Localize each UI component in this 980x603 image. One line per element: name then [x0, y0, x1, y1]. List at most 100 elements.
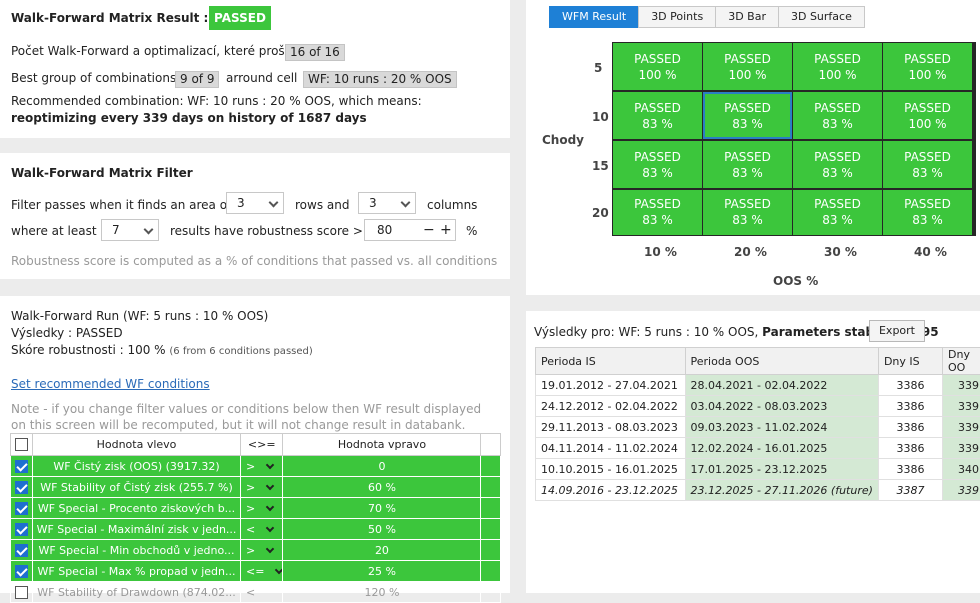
matrix-grid: PASSED100 % PASSED100 % PASSED100 % PASS…	[612, 42, 976, 236]
chevron-down-icon	[269, 198, 279, 208]
matrix-cell[interactable]: PASSED83 %	[883, 141, 972, 188]
condition-operator[interactable]: >	[241, 477, 283, 498]
condition-checkbox-cell[interactable]	[11, 540, 33, 561]
condition-right[interactable]: 120 %	[283, 582, 481, 603]
remove-icon[interactable]	[481, 477, 501, 498]
remove-icon[interactable]	[481, 519, 501, 540]
header-period-is[interactable]: Perioda IS	[536, 348, 686, 375]
condition-left[interactable]: WF Special - Max % propad v jedn...	[33, 561, 241, 582]
condition-right[interactable]: 0	[283, 456, 481, 477]
table-row[interactable]: 04.11.2014 - 11.02.2024 12.02.2024 - 16.…	[536, 438, 980, 459]
cell-score: 100 %	[883, 116, 972, 132]
table-row[interactable]: 24.12.2012 - 02.04.2022 03.04.2022 - 08.…	[536, 396, 980, 417]
cols-select[interactable]: 3	[358, 192, 416, 214]
condition-operator[interactable]: >	[241, 498, 283, 519]
condition-right[interactable]: 20	[283, 540, 481, 561]
condition-row: WF Special - Procento ziskových b... > 7…	[11, 498, 501, 519]
condition-operator[interactable]: <=	[241, 561, 283, 582]
checkbox[interactable]	[15, 544, 28, 557]
tab-3d-bar[interactable]: 3D Bar	[715, 6, 779, 28]
condition-operator[interactable]: <	[241, 582, 283, 603]
checkbox[interactable]	[15, 481, 28, 494]
condition-checkbox-cell[interactable]	[11, 477, 33, 498]
checkbox[interactable]	[15, 460, 28, 473]
select-all-header[interactable]	[11, 434, 33, 456]
days-oos: 339	[943, 438, 980, 459]
remove-icon[interactable]	[481, 540, 501, 561]
cell-score: 83 %	[883, 212, 972, 228]
table-row[interactable]: 10.10.2015 - 16.01.2025 17.01.2025 - 23.…	[536, 459, 980, 480]
matrix-cell[interactable]: PASSED100 %	[883, 43, 972, 90]
operator-value: <	[246, 586, 255, 599]
robustness-note: Robustness score is computed as a % of c…	[11, 254, 497, 268]
condition-right[interactable]: 25 %	[283, 561, 481, 582]
matrix-cell[interactable]: PASSED83 %	[613, 190, 702, 235]
matrix-cell[interactable]: PASSED83 %	[613, 92, 702, 139]
matrix-cell[interactable]: PASSED83 %	[703, 141, 792, 188]
matrix-cell[interactable]: PASSED83 %	[883, 190, 972, 235]
score-spinner[interactable]: 80 − +	[364, 219, 456, 241]
period-oos: 12.02.2024 - 16.01.2025	[685, 438, 878, 459]
condition-left[interactable]: WF Special - Procento ziskových b...	[33, 498, 241, 519]
least-select[interactable]: 7	[101, 219, 159, 241]
condition-checkbox-cell[interactable]	[11, 498, 33, 519]
condition-right[interactable]: 50 %	[283, 519, 481, 540]
condition-right[interactable]: 60 %	[283, 477, 481, 498]
tab-3d-points[interactable]: 3D Points	[638, 6, 716, 28]
table-row-future[interactable]: 14.09.2016 - 23.12.2025 23.12.2025 - 27.…	[536, 480, 980, 501]
condition-operator[interactable]: >	[241, 456, 283, 477]
matrix-cell[interactable]: PASSED100 %	[703, 43, 792, 90]
checkbox[interactable]	[15, 565, 28, 578]
view-tabs: WFM Result 3D Points 3D Bar 3D Surface	[550, 6, 865, 28]
operator-value: <=	[246, 565, 264, 578]
table-row[interactable]: 19.01.2012 - 27.04.2021 28.04.2021 - 02.…	[536, 375, 980, 396]
matrix-cell[interactable]: PASSED83 %	[703, 190, 792, 235]
tab-wfm-result[interactable]: WFM Result	[549, 6, 639, 28]
remove-icon[interactable]	[481, 456, 501, 477]
matrix-panel: WFM Result 3D Points 3D Bar 3D Surface C…	[526, 0, 980, 295]
condition-checkbox-cell[interactable]	[11, 561, 33, 582]
condition-checkbox-cell[interactable]	[11, 582, 33, 603]
matrix-cell[interactable]: PASSED83 %	[793, 190, 882, 235]
condition-checkbox-cell[interactable]	[11, 519, 33, 540]
tab-3d-surface[interactable]: 3D Surface	[778, 6, 865, 28]
export-button[interactable]: Export	[869, 320, 925, 342]
remove-icon[interactable]	[481, 498, 501, 519]
header-operator[interactable]: <>=	[241, 434, 283, 456]
matrix-cell[interactable]: PASSED83 %	[793, 92, 882, 139]
condition-operator[interactable]: >	[241, 540, 283, 561]
condition-left[interactable]: WF Stability of Čistý zisk (255.7 %)	[33, 477, 241, 498]
select-all-checkbox[interactable]	[15, 438, 28, 451]
matrix-cell-selected[interactable]: PASSED83 %	[703, 92, 792, 139]
checkbox[interactable]	[15, 502, 28, 515]
condition-row: WF Special - Maximální zisk v jedn... < …	[11, 519, 501, 540]
header-days-oos[interactable]: Dny OO	[943, 348, 980, 375]
header-right-value[interactable]: Hodnota vpravo	[283, 434, 481, 456]
checkbox[interactable]	[15, 586, 28, 599]
checkbox[interactable]	[15, 523, 28, 536]
cell-status: PASSED	[613, 196, 702, 212]
matrix-cell[interactable]: PASSED83 %	[793, 141, 882, 188]
matrix-cell[interactable]: PASSED100 %	[883, 92, 972, 139]
remove-icon[interactable]	[481, 582, 501, 603]
condition-left[interactable]: WF Special - Min obchodů v jedno...	[33, 540, 241, 561]
header-left-value[interactable]: Hodnota vlevo	[33, 434, 241, 456]
table-row[interactable]: 29.11.2013 - 08.03.2023 09.03.2023 - 11.…	[536, 417, 980, 438]
plus-button[interactable]: +	[440, 222, 452, 238]
header-period-oos[interactable]: Perioda OOS	[685, 348, 878, 375]
matrix-cell[interactable]: PASSED100 %	[613, 43, 702, 90]
minus-button[interactable]: −	[423, 222, 435, 238]
condition-right[interactable]: 70 %	[283, 498, 481, 519]
reopt-text: reoptimizing every 339 days on history o…	[11, 111, 367, 125]
condition-operator[interactable]: <	[241, 519, 283, 540]
matrix-cell[interactable]: PASSED100 %	[793, 43, 882, 90]
header-days-is[interactable]: Dny IS	[878, 348, 942, 375]
set-recommended-link[interactable]: Set recommended WF conditions	[11, 377, 210, 391]
condition-left[interactable]: WF Stability of Drawdown (874.02...	[33, 582, 241, 603]
matrix-cell[interactable]: PASSED83 %	[613, 141, 702, 188]
condition-left[interactable]: WF Special - Maximální zisk v jedn...	[33, 519, 241, 540]
rows-select[interactable]: 3	[226, 192, 284, 214]
remove-icon[interactable]	[481, 561, 501, 582]
condition-left[interactable]: WF Čistý zisk (OOS) (3917.32)	[33, 456, 241, 477]
condition-checkbox-cell[interactable]	[11, 456, 33, 477]
